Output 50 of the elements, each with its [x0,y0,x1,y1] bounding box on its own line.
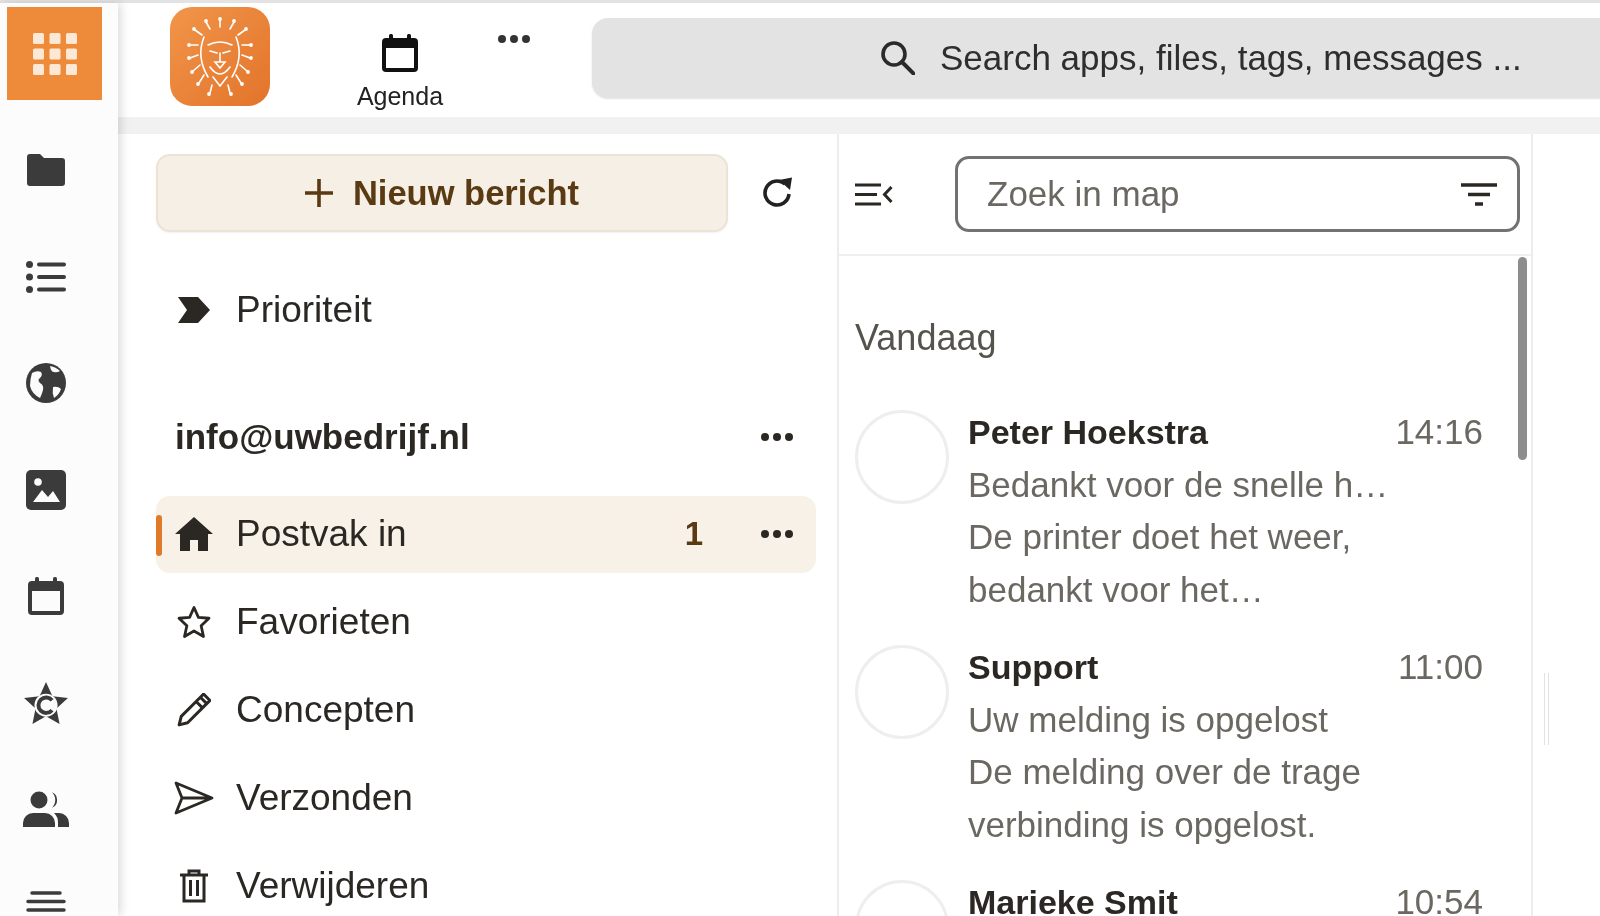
menu-collapse-icon[interactable] [855,182,893,206]
people-icon[interactable] [23,791,69,828]
sender-name: Support [968,647,1099,688]
more-icon[interactable] [761,530,793,538]
sender-name: Peter Hoekstra [968,412,1208,453]
message-preview: De melding over de trage verbinding is opgelost. [968,751,1362,846]
refresh-icon[interactable] [760,176,794,210]
message-preview: De printer doet het weer, bedankt voor het… [968,516,1353,611]
star-icon[interactable] [24,681,68,724]
folder-item[interactable]: Favorieten [156,583,816,661]
more-icon[interactable] [761,432,793,441]
lines-icon[interactable] [26,891,66,912]
message-time: 11:00 [1398,646,1483,688]
message-time: 10:54 [1395,881,1483,916]
sender-name: Marieke Smit [968,882,1178,916]
search-field[interactable]: Search apps, files, tags, messages ... [592,18,1600,98]
list-icon[interactable] [26,260,66,293]
resize-handle[interactable] [1544,673,1549,745]
globe-icon[interactable] [26,363,66,404]
date-heading: Vandaag [855,316,998,360]
message-subject: Uw melding is opgelost [968,698,1329,741]
logo-icon[interactable] [170,7,270,106]
folder-item[interactable]: Prioriteit [156,271,816,348]
filter-icon[interactable] [1461,182,1497,206]
star-icon [176,605,212,639]
send-icon [174,781,214,815]
grid-icon [32,32,77,75]
image-icon[interactable] [26,469,66,510]
unread-count: 1 [684,515,703,553]
folder-item[interactable]: Verwijderen [156,847,816,916]
calendar-icon[interactable] [28,577,64,616]
calendar-icon [382,34,418,72]
app-link[interactable]: Agenda [350,3,450,111]
folder-icon[interactable] [27,154,65,187]
chevron-icon [178,296,210,323]
folder-search-field[interactable]: Zoek in map [955,156,1520,232]
search-icon [881,41,915,75]
folder-item[interactable]: Verzonden [156,759,816,837]
message-subject: Bedankt voor de snelle h… [968,463,1390,506]
trash-icon [179,869,209,903]
scrollbar[interactable] [1518,257,1527,460]
account-name: info@uwbedrijf.nl [175,416,470,457]
folder-item[interactable]: Concepten [156,671,816,749]
plus-icon [304,179,333,207]
more-icon[interactable] [498,35,530,43]
folder-item[interactable]: Postvak in 1 [156,495,816,573]
message-time: 14:16 [1395,411,1483,453]
pencil-icon [177,693,211,727]
home-icon [175,517,213,551]
new-message-button[interactable]: Nieuw bericht [156,154,728,232]
